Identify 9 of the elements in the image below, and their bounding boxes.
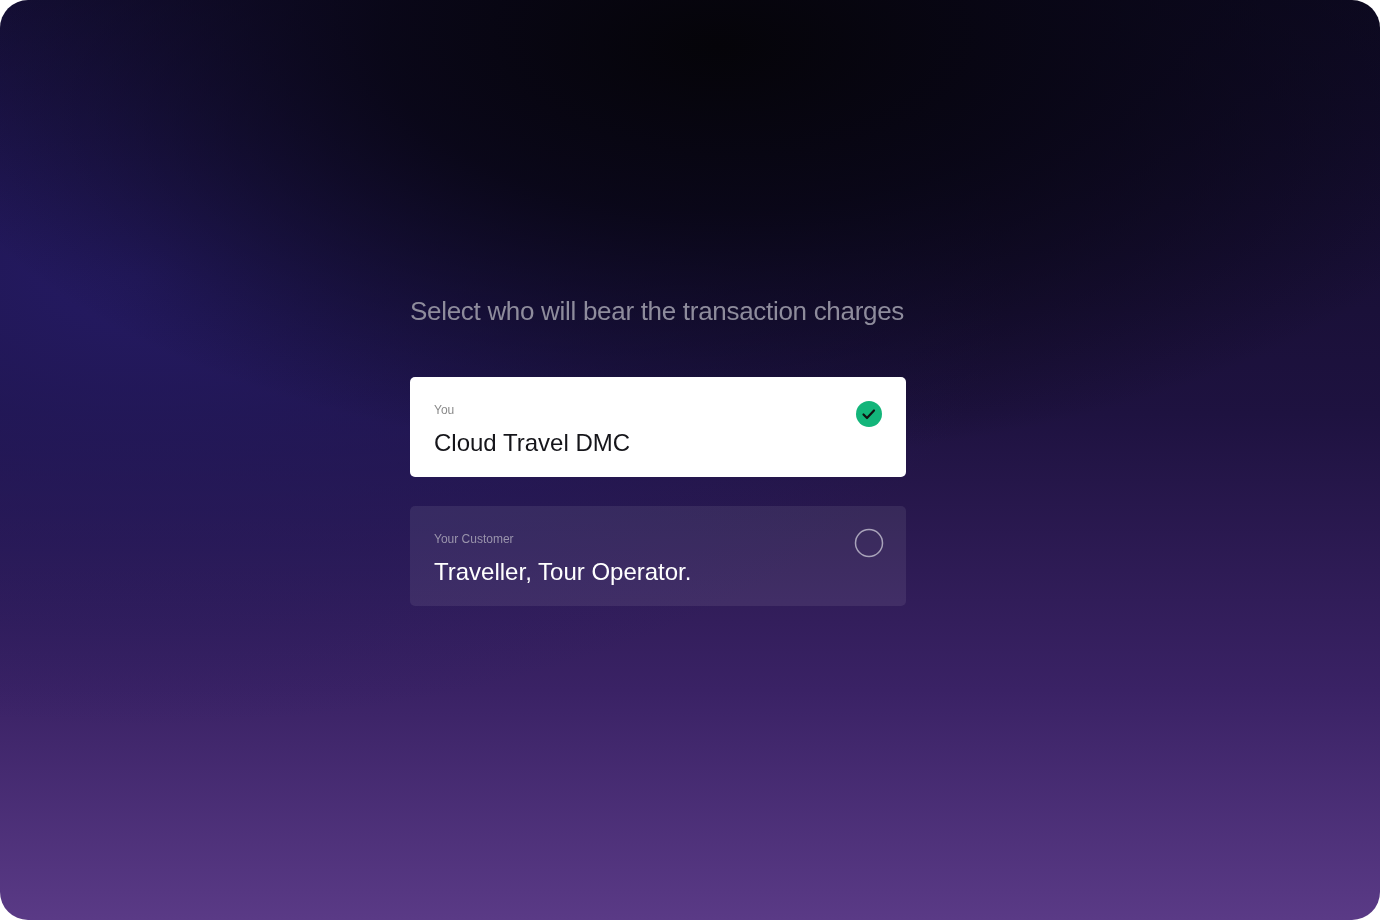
option-card[interactable]: You Cloud Travel DMC — [410, 377, 906, 477]
checkmark-icon — [856, 401, 882, 427]
option-card[interactable]: Your Customer Traveller, Tour Operator. — [410, 506, 906, 606]
radio-icon — [854, 528, 884, 558]
heading: Select who will bear the transaction charges — [410, 295, 905, 328]
option-title: Cloud Travel DMC — [434, 428, 631, 458]
option-title: Traveller, Tour Operator. — [434, 557, 692, 587]
option-label: You — [434, 402, 456, 419]
option-label: Your Customer — [434, 531, 515, 548]
